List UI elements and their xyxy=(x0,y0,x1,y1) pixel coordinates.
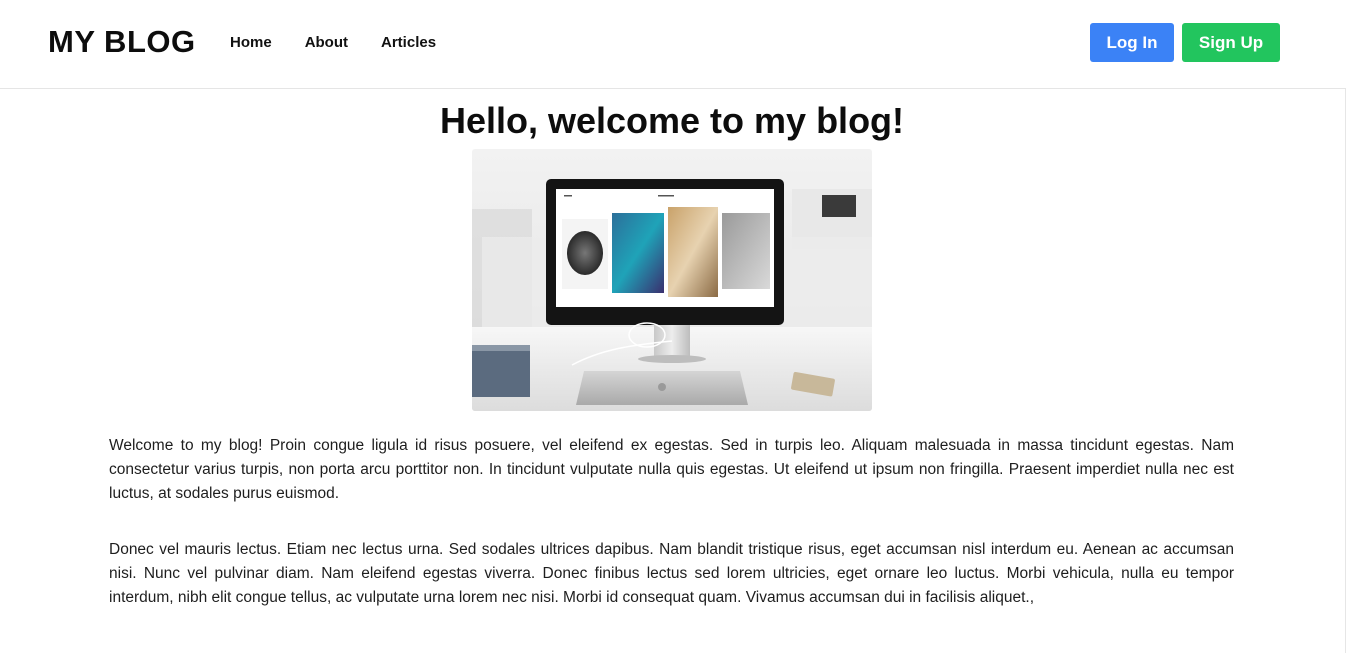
nav-link-about[interactable]: About xyxy=(305,34,348,51)
article-body: Welcome to my blog! Proin congue ligula … xyxy=(109,434,1234,610)
brand-logo[interactable]: MY BLOG xyxy=(48,24,196,60)
article-paragraph: Donec vel mauris lectus. Etiam nec lectu… xyxy=(109,541,1234,606)
login-button[interactable]: Log In xyxy=(1090,23,1174,62)
nav-links: Home About Articles xyxy=(230,34,436,51)
signup-button[interactable]: Sign Up xyxy=(1182,23,1280,62)
nav-link-home[interactable]: Home xyxy=(230,34,272,51)
navbar: MY BLOG Home About Articles Log In Sign … xyxy=(0,0,1346,89)
nav-link-articles[interactable]: Articles xyxy=(381,34,436,51)
hero-image xyxy=(472,149,872,411)
article-paragraph: Welcome to my blog! Proin congue ligula … xyxy=(109,437,1234,502)
page-title: Hello, welcome to my blog! xyxy=(439,100,905,141)
desk-computer-photo-icon xyxy=(472,149,872,411)
